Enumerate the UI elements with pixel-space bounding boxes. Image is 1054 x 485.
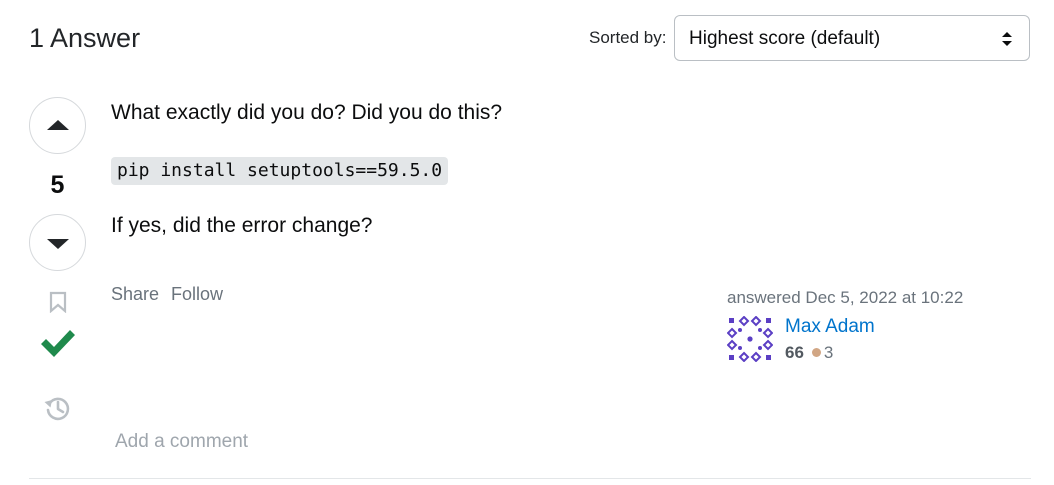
answer-paragraph: If yes, did the error change? <box>111 214 373 237</box>
bronze-badge-icon <box>811 348 821 357</box>
answers-section: 1 Answer Sorted by: Highest score (defau… <box>0 0 1054 485</box>
follow-link[interactable]: Follow <box>171 284 223 304</box>
sort-selected-value: Highest score (default) <box>689 28 881 49</box>
post-menu: Share Follow <box>111 283 235 305</box>
user-card: answered Dec 5, 2022 at 10:22 Max Adam 6… <box>727 288 1027 362</box>
answered-timestamp: answered Dec 5, 2022 at 10:22 <box>727 288 964 307</box>
sort-label: Sorted by: <box>589 28 667 47</box>
bookmark-icon[interactable] <box>49 291 67 313</box>
user-stats: 66 3 <box>785 343 833 363</box>
add-comment-link[interactable]: Add a comment <box>115 431 248 453</box>
downvote-button[interactable] <box>29 214 86 271</box>
history-icon[interactable] <box>43 394 71 422</box>
bronze-badge-count: 3 <box>823 343 834 362</box>
user-name-link[interactable]: Max Adam <box>785 316 875 338</box>
sort-caret-icon <box>1002 32 1012 46</box>
vote-count: 5 <box>50 171 65 199</box>
share-link[interactable]: Share <box>111 284 159 304</box>
arrow-down-icon <box>47 239 69 249</box>
upvote-button[interactable] <box>29 97 86 154</box>
checkmark-icon <box>41 330 75 357</box>
reputation-score: 66 <box>785 343 804 362</box>
arrow-up-icon <box>47 120 69 130</box>
code-snippet: pip install setuptools==59.5.0 <box>111 157 449 185</box>
answer-paragraph: What exactly did you do? Did you do this… <box>111 101 503 124</box>
sort-select[interactable]: Highest score (default) <box>674 15 1030 61</box>
answers-count-heading: 1 Answer <box>29 23 141 53</box>
divider <box>29 478 1031 479</box>
user-avatar[interactable] <box>727 316 773 362</box>
